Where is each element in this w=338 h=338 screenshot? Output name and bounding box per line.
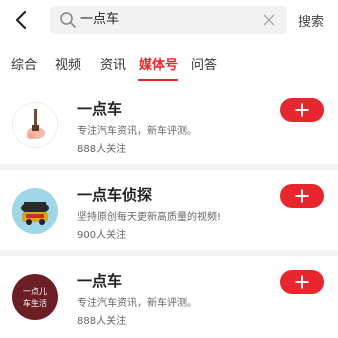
follow-button[interactable] [280,270,324,294]
avatar-text-line-1: 一点儿 [23,287,47,296]
yidian-car-life-avatar-icon: 一点儿 车生活 [12,274,58,320]
list-item[interactable]: 一点车侦探 坚持原创每天更新高质量的视频! 900人关注 [0,170,338,250]
account-title[interactable]: 一点车 [77,270,122,291]
car-detective-avatar-icon [12,188,58,234]
follower-count: 888人关注 [77,144,127,155]
account-description: 专注汽车资讯，新车评测。 [77,298,197,309]
search-input[interactable] [80,6,250,34]
list-item[interactable]: 一点车 专注汽车资讯，新车评测。 888人关注 [0,84,338,164]
tab-bar: 综合 视频 资讯 媒体号 问答 [0,46,338,82]
list-item[interactable]: 一点儿 车生活 一点车 专注汽车资讯，新车评测。 888人关注 [0,256,338,336]
active-tab-indicator [138,79,178,81]
tab-media-accounts[interactable]: 媒体号 [139,54,178,73]
tab-video[interactable]: 视频 [55,54,81,73]
search-box[interactable] [50,6,287,34]
avatar-text-line-2: 车生活 [23,298,47,308]
tab-general[interactable]: 综合 [11,54,37,73]
tab-qa[interactable]: 问答 [191,54,217,73]
search-button[interactable]: 搜索 [298,11,324,30]
search-header: 搜索 [0,0,338,40]
plus-icon [295,275,309,289]
follower-count: 888人关注 [77,316,127,327]
back-arrow-icon[interactable] [10,8,34,32]
search-icon [60,12,76,28]
follow-button[interactable] [280,98,324,122]
account-title[interactable]: 一点车 [77,98,122,119]
car-key-avatar-icon [12,102,58,148]
clear-icon[interactable] [263,14,275,26]
plus-icon [295,103,309,117]
plus-icon [295,189,309,203]
follow-button[interactable] [280,184,324,208]
account-title[interactable]: 一点车侦探 [77,184,152,205]
follower-count: 900人关注 [77,230,127,241]
account-description: 坚持原创每天更新高质量的视频! [77,212,222,223]
tab-news[interactable]: 资讯 [100,54,126,73]
account-description: 专注汽车资讯，新车评测。 [77,126,197,137]
